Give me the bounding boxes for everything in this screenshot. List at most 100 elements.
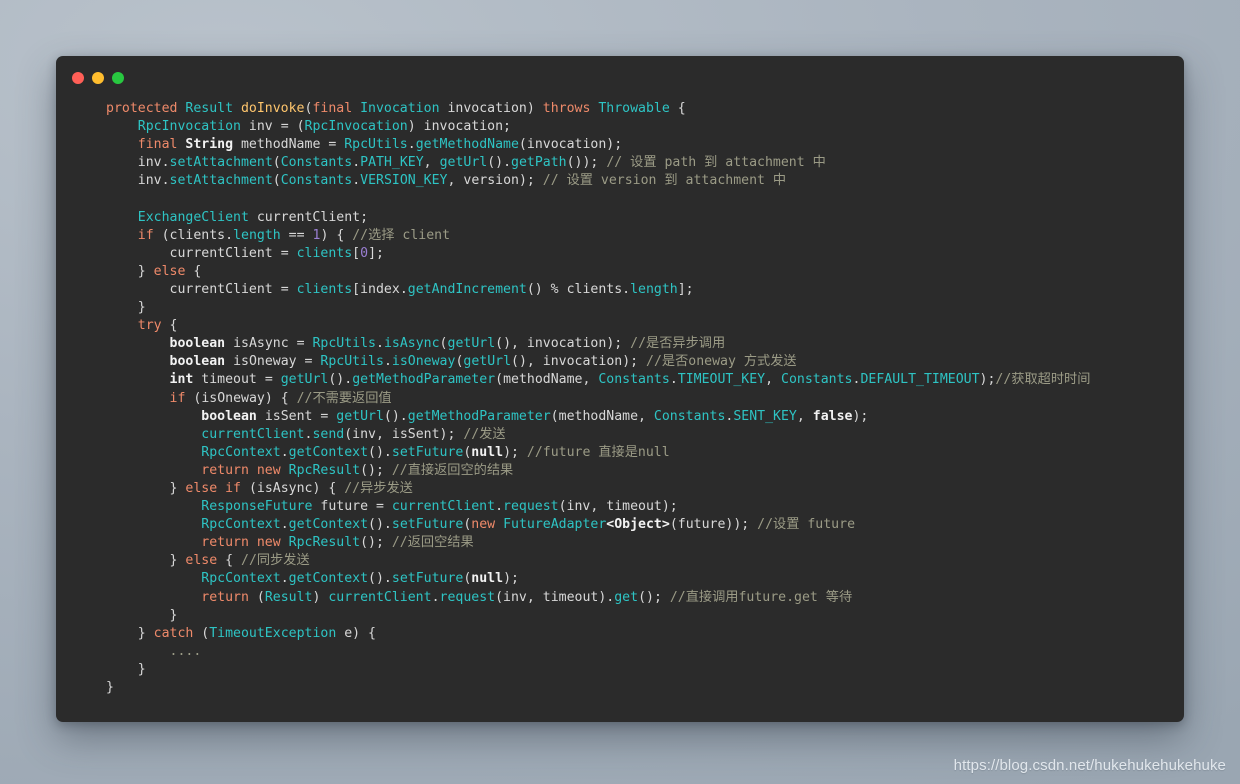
- code-token: ,: [590, 499, 607, 515]
- code-token: request: [439, 589, 496, 605]
- code-token: ): [312, 589, 329, 605]
- close-button[interactable]: [72, 72, 84, 84]
- code-token: setAttachment: [169, 155, 273, 171]
- window-titlebar[interactable]: [56, 56, 1184, 100]
- code-token: getMethodParameter: [407, 408, 551, 424]
- code-token: isAsync: [233, 336, 297, 352]
- code-token: length: [233, 227, 289, 243]
- code-token: .: [399, 281, 408, 297]
- code-token: try: [137, 318, 170, 334]
- code-token: .: [495, 499, 504, 515]
- code-token: =: [320, 408, 337, 424]
- code-token: int: [169, 372, 202, 388]
- code-token: final: [312, 101, 361, 116]
- code-token: );: [622, 354, 647, 370]
- code-token: =: [264, 372, 281, 388]
- code-editor[interactable]: protected Result doInvoke (final Invocati…: [56, 100, 1184, 697]
- code-token: setFuture: [391, 517, 464, 533]
- code-token: {: [193, 263, 202, 279]
- code-token: setFuture: [391, 571, 464, 587]
- code-token: RpcResult: [288, 462, 361, 478]
- code-token: .: [669, 372, 678, 388]
- code-token: Constants: [280, 155, 353, 171]
- code-line: currentClient = clients[index.getAndIncr…: [56, 281, 1184, 299]
- code-token: //同步发送: [241, 553, 310, 569]
- code-token: =: [296, 336, 313, 352]
- code-token: .: [161, 155, 170, 171]
- code-token: (: [272, 173, 281, 189]
- code-token: currentClient: [169, 245, 281, 261]
- code-token: [: [352, 281, 361, 297]
- code-token: e: [344, 625, 353, 641]
- code-token: inv: [503, 589, 527, 605]
- code-token: {: [169, 318, 178, 334]
- code-token: index: [360, 281, 400, 297]
- code-token: Invocation: [360, 101, 448, 116]
- code-token: );: [439, 426, 464, 442]
- code-token: ResponseFuture: [201, 499, 321, 515]
- code-token: ));: [725, 517, 758, 533]
- code-token: ) {: [352, 625, 376, 641]
- code-token: );: [661, 499, 678, 515]
- minimize-button[interactable]: [92, 72, 104, 84]
- code-token: ,: [376, 426, 392, 442]
- code-token: Constants: [598, 372, 670, 388]
- code-token: =: [375, 499, 392, 515]
- code-token: ];: [368, 245, 384, 261]
- zoom-button[interactable]: [112, 72, 124, 84]
- code-token: PATH_KEY: [360, 155, 424, 171]
- code-token: currentClient: [256, 209, 361, 225]
- code-line: if (isOneway) { //不需要返回值: [56, 390, 1184, 408]
- code-token: ,: [638, 408, 654, 424]
- code-token: // 设置 version 到 attachment 中: [542, 173, 787, 189]
- code-token: //发送: [463, 426, 506, 442]
- code-token: RpcContext: [201, 517, 281, 533]
- code-token: clients: [296, 281, 353, 297]
- code-token: invocation: [526, 336, 607, 352]
- code-token: // 设置 path 到 attachment 中: [606, 155, 826, 171]
- code-token: (: [558, 499, 567, 515]
- code-token: currentClient: [328, 589, 432, 605]
- code-token: (: [256, 589, 265, 605]
- code-token: .: [376, 336, 384, 352]
- code-line: }: [56, 299, 1184, 317]
- code-line: final String methodName = RpcUtils.getMe…: [56, 136, 1184, 154]
- code-token: isAsync: [383, 336, 440, 352]
- code-token: DEFAULT_TIMEOUT: [860, 372, 980, 388]
- code-line: ResponseFuture future = currentClient.re…: [56, 498, 1184, 516]
- code-token: false: [812, 408, 853, 424]
- code-token: catch: [153, 625, 202, 641]
- code-token: getAndIncrement: [407, 281, 527, 297]
- code-token: return new: [201, 535, 289, 551]
- code-token: Throwable: [598, 101, 678, 116]
- code-token: else if: [185, 480, 249, 496]
- code-line: if (clients.length == 1) { //选择 client: [56, 227, 1184, 245]
- code-line: inv.setAttachment(Constants.PATH_KEY, ge…: [56, 154, 1184, 172]
- code-token: (: [344, 426, 353, 442]
- code-token: boolean: [169, 336, 234, 352]
- code-token: clients: [566, 281, 623, 297]
- code-token: currentClient: [201, 426, 305, 442]
- code-token: inv: [566, 499, 591, 515]
- code-window: protected Result doInvoke (final Invocati…: [56, 56, 1184, 722]
- code-line: }: [56, 661, 1184, 679]
- code-token: //返回空结果: [391, 535, 474, 551]
- code-line: RpcContext.getContext().setFuture (new Fu…: [56, 516, 1184, 534]
- code-token: .: [431, 589, 440, 605]
- code-line: return new RpcResult(); //直接返回空的结果: [56, 462, 1184, 480]
- code-token: {: [225, 553, 241, 569]
- code-line: boolean isAsync = RpcUtils.isAsync(getUr…: [56, 335, 1184, 353]
- code-token: = (: [280, 119, 305, 135]
- code-token: .: [622, 281, 631, 297]
- code-token: );: [503, 571, 519, 587]
